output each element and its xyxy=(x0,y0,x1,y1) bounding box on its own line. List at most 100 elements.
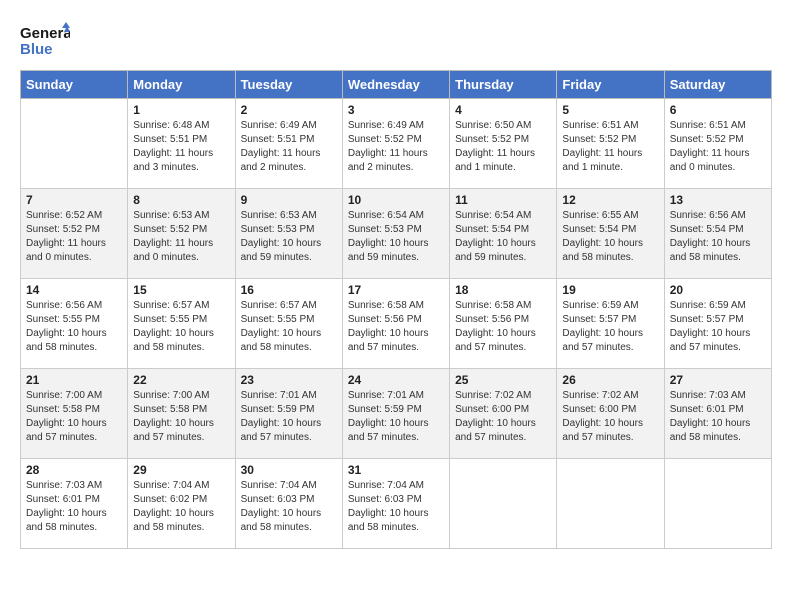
day-number: 25 xyxy=(455,373,551,387)
cell-info: Sunrise: 6:55 AMSunset: 5:54 PMDaylight:… xyxy=(562,209,658,265)
calendar-cell: 2 Sunrise: 6:49 AMSunset: 5:51 PMDaylight… xyxy=(235,99,342,189)
day-number: 30 xyxy=(241,463,337,477)
cell-info: Sunrise: 7:03 AMSunset: 6:01 PMDaylight:… xyxy=(26,479,122,535)
calendar-cell: 17Sunrise: 6:58 AMSunset: 5:56 PMDayligh… xyxy=(342,279,449,369)
calendar-cell: 26 Sunrise: 7:02 AMSunset: 6:00 PMDayligh… xyxy=(557,369,664,459)
calendar-cell xyxy=(557,459,664,549)
cell-info: Sunrise: 6:53 AMSunset: 5:52 PMDaylight:… xyxy=(133,209,229,265)
cell-info: Sunrise: 7:02 AMSunset: 6:00 PMDaylight:… xyxy=(562,389,658,445)
calendar-table: SundayMondayTuesdayWednesdayThursdayFrid… xyxy=(20,70,772,549)
calendar-cell: 1 Sunrise: 6:48 AMSunset: 5:51 PMDaylight… xyxy=(128,99,235,189)
weekday-header: Friday xyxy=(557,71,664,99)
calendar-cell: 21 Sunrise: 7:00 AMSunset: 5:58 PMDayligh… xyxy=(21,369,128,459)
day-number: 2 xyxy=(241,103,337,117)
cell-info: Sunrise: 7:01 AMSunset: 5:59 PMDaylight:… xyxy=(241,389,337,445)
day-number: 31 xyxy=(348,463,444,477)
day-number: 26 xyxy=(562,373,658,387)
cell-info: Sunrise: 6:49 AMSunset: 5:51 PMDaylight:… xyxy=(241,119,337,175)
calendar-header: SundayMondayTuesdayWednesdayThursdayFrid… xyxy=(21,71,772,99)
day-number: 8 xyxy=(133,193,229,207)
day-number: 18 xyxy=(455,283,551,297)
calendar-cell: 7Sunrise: 6:52 AMSunset: 5:52 PMDaylight… xyxy=(21,189,128,279)
day-number: 29 xyxy=(133,463,229,477)
cell-info: Sunrise: 6:56 AMSunset: 5:55 PMDaylight:… xyxy=(26,299,122,355)
cell-info: Sunrise: 7:04 AMSunset: 6:03 PMDaylight:… xyxy=(348,479,444,535)
calendar-cell: 22 Sunrise: 7:00 AMSunset: 5:58 PMDayligh… xyxy=(128,369,235,459)
day-number: 12 xyxy=(562,193,658,207)
logo: General Blue xyxy=(20,20,74,60)
cell-info: Sunrise: 6:48 AMSunset: 5:51 PMDaylight:… xyxy=(133,119,229,175)
cell-info: Sunrise: 6:50 AMSunset: 5:52 PMDaylight:… xyxy=(455,119,551,175)
calendar-cell xyxy=(450,459,557,549)
calendar-cell xyxy=(21,99,128,189)
day-number: 10 xyxy=(348,193,444,207)
cell-info: Sunrise: 7:00 AMSunset: 5:58 PMDaylight:… xyxy=(133,389,229,445)
calendar-cell: 12 Sunrise: 6:55 AMSunset: 5:54 PMDayligh… xyxy=(557,189,664,279)
day-number: 24 xyxy=(348,373,444,387)
calendar-cell: 29 Sunrise: 7:04 AMSunset: 6:02 PMDayligh… xyxy=(128,459,235,549)
day-number: 6 xyxy=(670,103,766,117)
page-header: General Blue xyxy=(20,20,772,60)
cell-info: Sunrise: 6:54 AMSunset: 5:54 PMDaylight:… xyxy=(455,209,551,265)
day-number: 11 xyxy=(455,193,551,207)
day-number: 14 xyxy=(26,283,122,297)
day-number: 28 xyxy=(26,463,122,477)
cell-info: Sunrise: 7:01 AMSunset: 5:59 PMDaylight:… xyxy=(348,389,444,445)
calendar-cell: 18 Sunrise: 6:58 AMSunset: 5:56 PMDayligh… xyxy=(450,279,557,369)
calendar-cell: 25 Sunrise: 7:02 AMSunset: 6:00 PMDayligh… xyxy=(450,369,557,459)
calendar-cell: 13Sunrise: 6:56 AMSunset: 5:54 PMDayligh… xyxy=(664,189,771,279)
calendar-cell: 31 Sunrise: 7:04 AMSunset: 6:03 PMDayligh… xyxy=(342,459,449,549)
cell-info: Sunrise: 7:04 AMSunset: 6:02 PMDaylight:… xyxy=(133,479,229,535)
weekday-header: Thursday xyxy=(450,71,557,99)
calendar-cell: 4 Sunrise: 6:50 AMSunset: 5:52 PMDaylight… xyxy=(450,99,557,189)
day-number: 23 xyxy=(241,373,337,387)
cell-info: Sunrise: 7:03 AMSunset: 6:01 PMDaylight:… xyxy=(670,389,766,445)
weekday-header: Sunday xyxy=(21,71,128,99)
cell-info: Sunrise: 6:52 AMSunset: 5:52 PMDaylight:… xyxy=(26,209,122,265)
cell-info: Sunrise: 6:59 AMSunset: 5:57 PMDaylight:… xyxy=(670,299,766,355)
calendar-cell: 15 Sunrise: 6:57 AMSunset: 5:55 PMDayligh… xyxy=(128,279,235,369)
calendar-cell: 16 Sunrise: 6:57 AMSunset: 5:55 PMDayligh… xyxy=(235,279,342,369)
day-number: 20 xyxy=(670,283,766,297)
cell-info: Sunrise: 6:49 AMSunset: 5:52 PMDaylight:… xyxy=(348,119,444,175)
day-number: 19 xyxy=(562,283,658,297)
weekday-header: Monday xyxy=(128,71,235,99)
calendar-cell: 19 Sunrise: 6:59 AMSunset: 5:57 PMDayligh… xyxy=(557,279,664,369)
weekday-header: Tuesday xyxy=(235,71,342,99)
day-number: 1 xyxy=(133,103,229,117)
day-number: 16 xyxy=(241,283,337,297)
logo-icon: General Blue xyxy=(20,20,70,60)
day-number: 21 xyxy=(26,373,122,387)
calendar-cell: 30 Sunrise: 7:04 AMSunset: 6:03 PMDayligh… xyxy=(235,459,342,549)
cell-info: Sunrise: 6:57 AMSunset: 5:55 PMDaylight:… xyxy=(133,299,229,355)
calendar-cell: 14 Sunrise: 6:56 AMSunset: 5:55 PMDayligh… xyxy=(21,279,128,369)
svg-text:Blue: Blue xyxy=(20,41,53,58)
cell-info: Sunrise: 7:02 AMSunset: 6:00 PMDaylight:… xyxy=(455,389,551,445)
cell-info: Sunrise: 6:51 AMSunset: 5:52 PMDaylight:… xyxy=(670,119,766,175)
calendar-cell: 23 Sunrise: 7:01 AMSunset: 5:59 PMDayligh… xyxy=(235,369,342,459)
calendar-cell: 3Sunrise: 6:49 AMSunset: 5:52 PMDaylight… xyxy=(342,99,449,189)
cell-info: Sunrise: 6:58 AMSunset: 5:56 PMDaylight:… xyxy=(455,299,551,355)
cell-info: Sunrise: 7:04 AMSunset: 6:03 PMDaylight:… xyxy=(241,479,337,535)
day-number: 4 xyxy=(455,103,551,117)
day-number: 15 xyxy=(133,283,229,297)
cell-info: Sunrise: 6:51 AMSunset: 5:52 PMDaylight:… xyxy=(562,119,658,175)
calendar-cell: 8 Sunrise: 6:53 AMSunset: 5:52 PMDaylight… xyxy=(128,189,235,279)
day-number: 13 xyxy=(670,193,766,207)
cell-info: Sunrise: 6:54 AMSunset: 5:53 PMDaylight:… xyxy=(348,209,444,265)
calendar-cell: 10 Sunrise: 6:54 AMSunset: 5:53 PMDayligh… xyxy=(342,189,449,279)
weekday-header: Saturday xyxy=(664,71,771,99)
day-number: 22 xyxy=(133,373,229,387)
cell-info: Sunrise: 6:57 AMSunset: 5:55 PMDaylight:… xyxy=(241,299,337,355)
weekday-header: Wednesday xyxy=(342,71,449,99)
day-number: 5 xyxy=(562,103,658,117)
day-number: 9 xyxy=(241,193,337,207)
cell-info: Sunrise: 6:58 AMSunset: 5:56 PMDaylight:… xyxy=(348,299,444,355)
calendar-cell: 20 Sunrise: 6:59 AMSunset: 5:57 PMDayligh… xyxy=(664,279,771,369)
cell-info: Sunrise: 6:59 AMSunset: 5:57 PMDaylight:… xyxy=(562,299,658,355)
calendar-cell: 5 Sunrise: 6:51 AMSunset: 5:52 PMDaylight… xyxy=(557,99,664,189)
cell-info: Sunrise: 6:53 AMSunset: 5:53 PMDaylight:… xyxy=(241,209,337,265)
cell-info: Sunrise: 7:00 AMSunset: 5:58 PMDaylight:… xyxy=(26,389,122,445)
calendar-cell xyxy=(664,459,771,549)
calendar-cell: 24 Sunrise: 7:01 AMSunset: 5:59 PMDayligh… xyxy=(342,369,449,459)
